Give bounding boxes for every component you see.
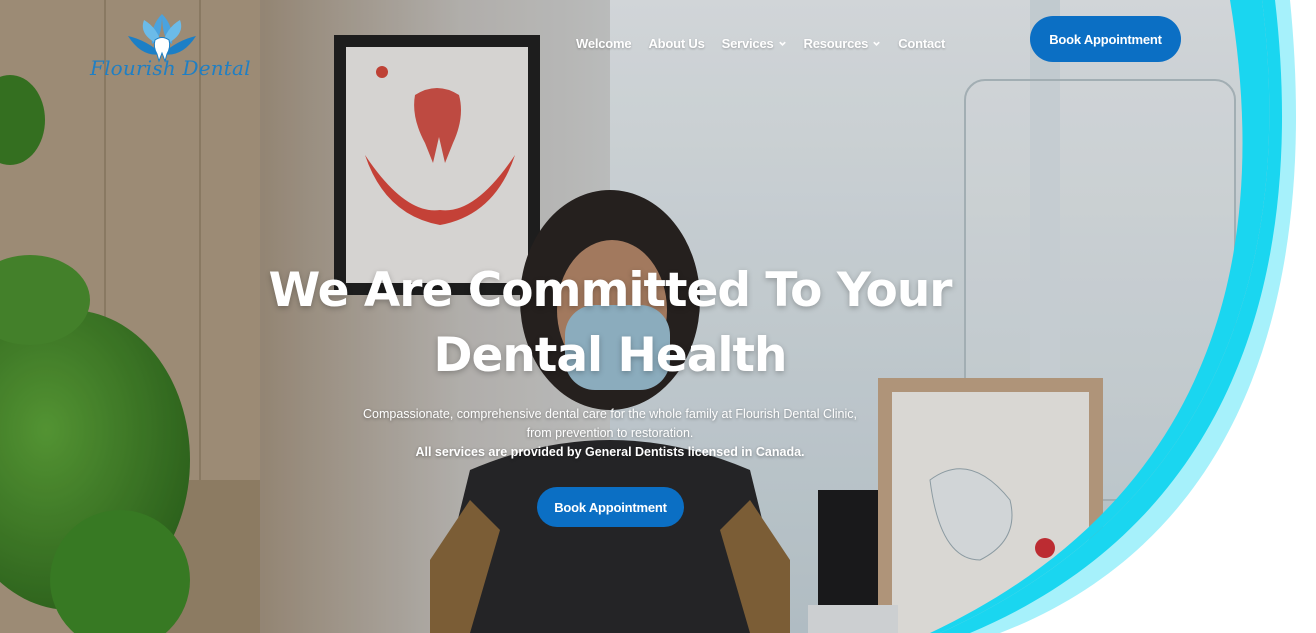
nav-item-resources[interactable]: Resources	[804, 36, 882, 51]
nav-label: Services	[721, 36, 774, 51]
nav-label: About Us	[648, 36, 705, 51]
header-book-appointment-button[interactable]: Book Appointment	[1030, 16, 1181, 62]
hero-section: Flourish Dental Welcome About Us Service…	[0, 0, 1316, 633]
nav-item-services[interactable]: Services	[722, 36, 787, 51]
hero-license-note: All services are provided by General Den…	[415, 445, 805, 459]
hero-description: Compassionate, comprehensive dental care…	[363, 407, 857, 440]
hero-subtext: Compassionate, comprehensive dental care…	[360, 405, 860, 462]
nav-label: Resources	[803, 36, 869, 51]
main-nav: Welcome About Us Services Resources Cont…	[576, 36, 945, 51]
nav-label: Contact	[898, 36, 946, 51]
nav-item-welcome[interactable]: Welcome	[576, 36, 632, 51]
hero-headline-line2: Dental Health	[433, 328, 788, 383]
chevron-down-icon	[778, 41, 786, 46]
nav-label: Welcome	[576, 36, 632, 51]
hero-book-appointment-button[interactable]: Book Appointment	[537, 487, 684, 527]
nav-item-about-us[interactable]: About Us	[648, 36, 704, 51]
nav-item-contact[interactable]: Contact	[898, 36, 945, 51]
brand-name: Flourish Dental	[90, 56, 251, 80]
brand-logo[interactable]: Flourish Dental	[86, 6, 251, 86]
chevron-down-icon	[873, 41, 880, 46]
hero-headline-line1: We Are Committed To Your	[268, 263, 953, 318]
hero-headline: We Are Committed To Your Dental Health	[250, 258, 970, 388]
